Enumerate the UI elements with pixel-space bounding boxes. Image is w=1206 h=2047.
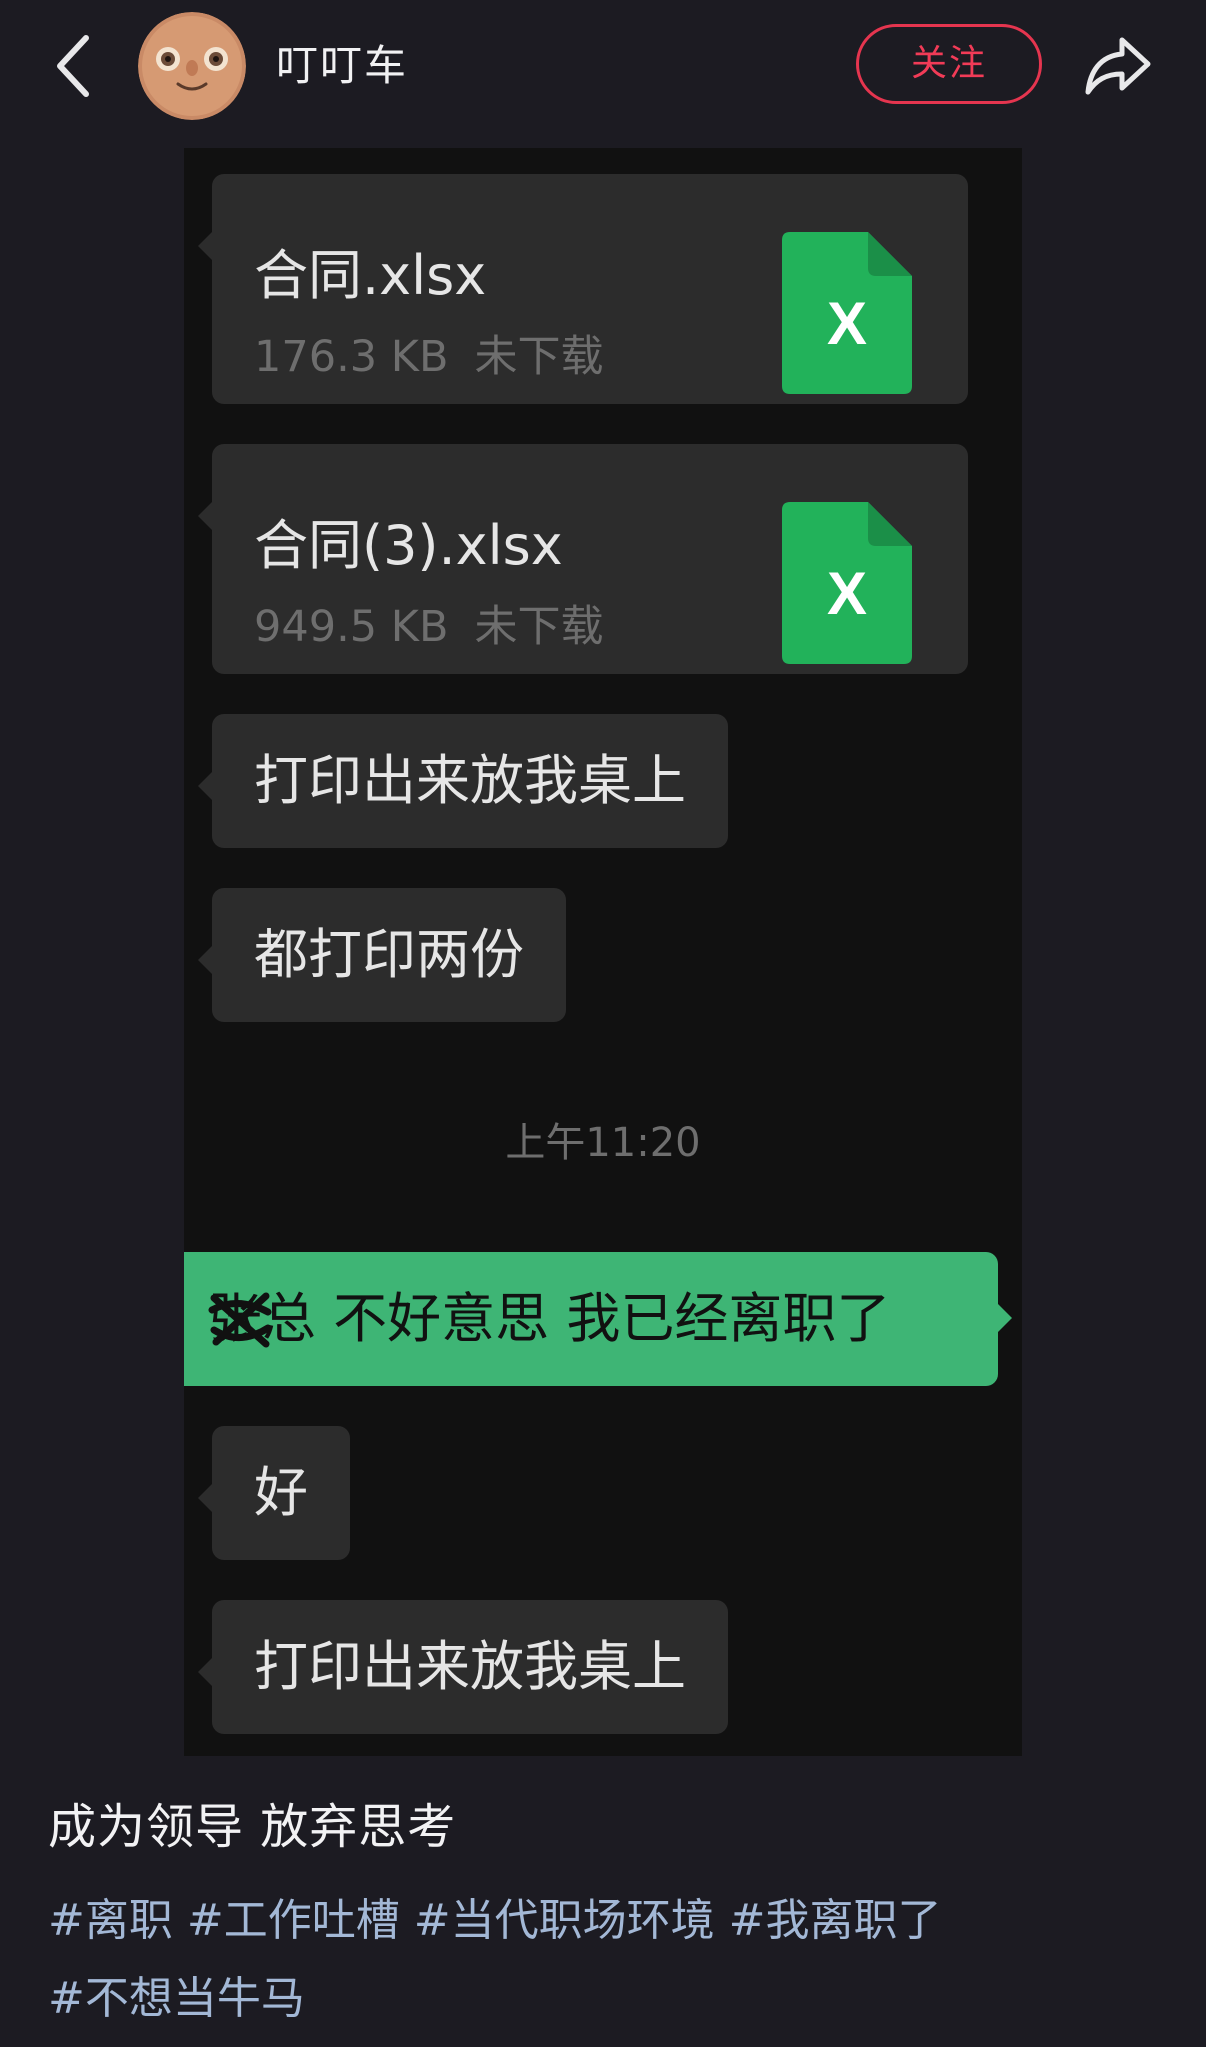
hashtag[interactable]: #离职 [48,1895,173,1946]
share-arrow-icon [1085,37,1151,95]
chat-timestamp: 上午11:20 [505,1120,701,1166]
file-meta: 949.5 KB 未下载 [254,600,603,654]
file-size: 176.3 KB [254,332,449,382]
chat-screenshot[interactable]: 合同.xlsx 176.3 KB 未下载 X 合同(3).xlsx 949.5 K… [184,148,1022,1756]
post-title: 成为领导 放弃思考 [48,1799,457,1855]
file-name: 合同.xlsx [254,244,487,307]
received-message: 打印出来放我桌上 [198,1600,728,1734]
download-status: 未下载 [474,332,604,382]
file-size: 949.5 KB [254,602,449,652]
excel-file-icon: X [782,502,912,664]
hashtag-list: #离职 #工作吐槽 #当代职场环境 #我离职了 #不想当牛马 [48,1882,1158,2038]
scribble-redaction-mark [208,1292,272,1348]
excel-file-icon: X [782,232,912,394]
sent-message: 张总 不好意思 我已经离职了 [184,1252,1012,1386]
download-status: 未下载 [474,602,604,652]
excel-letter: X [827,560,867,627]
hashtag[interactable]: #工作吐槽 [187,1895,400,1946]
author-avatar[interactable] [138,12,246,120]
file-meta: 176.3 KB 未下载 [254,330,603,384]
author-name[interactable]: 叮叮车 [276,38,408,94]
post-header: 叮叮车 关注 [0,0,1206,132]
hashtag[interactable]: #不想当牛马 [48,1973,305,2024]
sent-message-text: 张总 不好意思 我已经离职了 [208,1287,891,1350]
back-button[interactable] [50,34,100,98]
follow-button[interactable]: 关注 [856,24,1042,104]
file-name: 合同(3).xlsx [254,514,563,577]
hashtag[interactable]: #当代职场环境 [414,1895,715,1946]
received-message: 好 [198,1426,350,1560]
chevron-left-icon [57,35,89,97]
received-message: 打印出来放我桌上 [198,714,728,848]
received-message: 都打印两份 [198,888,566,1022]
excel-letter: X [827,290,867,357]
share-button[interactable] [1082,30,1154,102]
hashtag[interactable]: #我离职了 [729,1895,942,1946]
file-message: 合同(3).xlsx 949.5 KB 未下载 X [198,444,968,674]
file-message: 合同.xlsx 176.3 KB 未下载 X [198,174,968,404]
